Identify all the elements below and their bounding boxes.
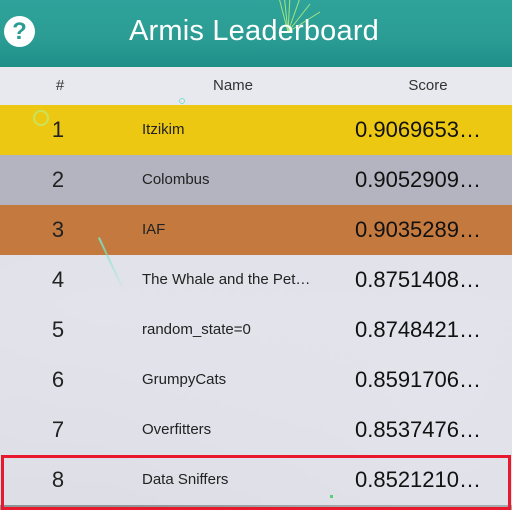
table-header: # Name Score [0,67,512,105]
leaderboard-table: 1 Itzikim 0.9069653… 2 Colombus 0.905290… [0,105,512,505]
page-title: Armis Leaderboard [128,15,380,47]
score-cell: 0.9035289… [355,217,481,242]
score-cell: 0.9052909… [355,167,481,192]
header-bar: ? Armis Leaderboard [0,0,512,67]
name-cell: The Whale and the Pet… [142,271,311,288]
score-cell: 0.8591706… [355,367,481,392]
table-row: 2 Colombus 0.9052909… [0,155,512,205]
score-cell: 0.8751408… [355,267,481,292]
rank-cell: 5 [51,317,65,342]
fleck-decoration [330,495,333,498]
table-row: 1 Itzikim 0.9069653… [0,105,512,155]
score-cell: 0.8537476… [355,417,481,442]
rank-cell: 2 [51,167,65,192]
table-row-highlighted: 8 Data Sniffers 0.8521210… [0,455,512,505]
score-cell: 0.9069653… [355,117,481,142]
table-row: 7 Overfitters 0.8537476… [0,405,512,455]
table-row: 5 random_state=0 0.8748421… [0,305,512,355]
name-cell: IAF [142,221,166,238]
score-cell: 0.8748421… [355,317,481,342]
table-row: 3 IAF 0.9035289… [0,205,512,255]
name-cell: Itzikim [142,121,185,138]
name-cell: Overfitters [142,421,212,438]
name-cell: Data Sniffers [142,471,229,488]
table-row: 6 GrumpyCats 0.8591706… [0,355,512,405]
dot-decoration [179,98,185,104]
name-cell: Colombus [142,171,210,188]
name-cell: random_state=0 [142,321,251,338]
rank-cell: 3 [51,217,65,242]
rank-cell: 7 [51,417,65,442]
column-header-name: Name [212,77,253,94]
rank-cell: 4 [51,267,65,292]
column-header-score: Score [408,77,448,94]
rank-cell: 8 [51,467,65,492]
column-header-rank: # [55,77,65,94]
rank-cell: 6 [51,367,65,392]
table-row: 4 The Whale and the Pet… 0.8751408… [0,255,512,305]
ring-decoration [33,110,49,126]
score-cell: 0.8521210… [355,467,481,492]
name-cell: GrumpyCats [142,371,227,388]
